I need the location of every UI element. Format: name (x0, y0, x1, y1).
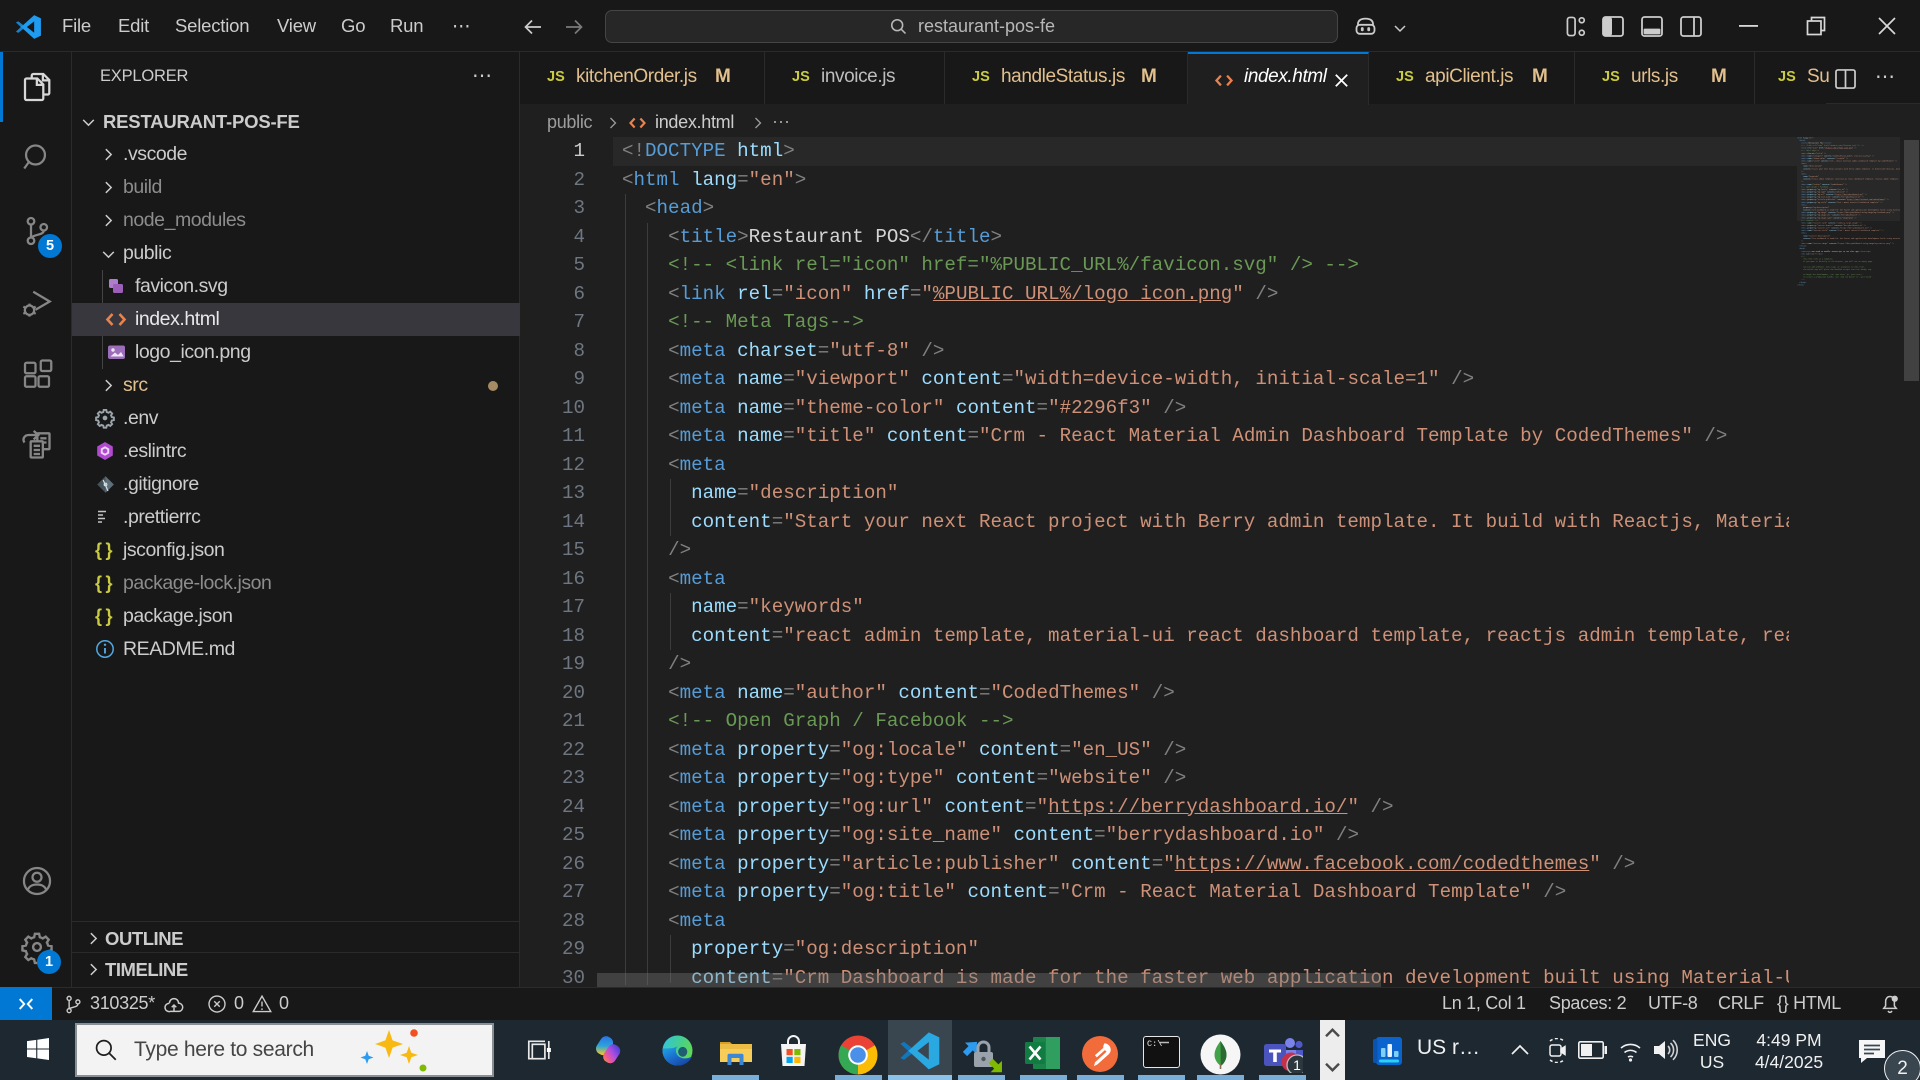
svg-text:1: 1 (1293, 1057, 1301, 1073)
svg-text:C:\: C:\ (1147, 1039, 1162, 1049)
